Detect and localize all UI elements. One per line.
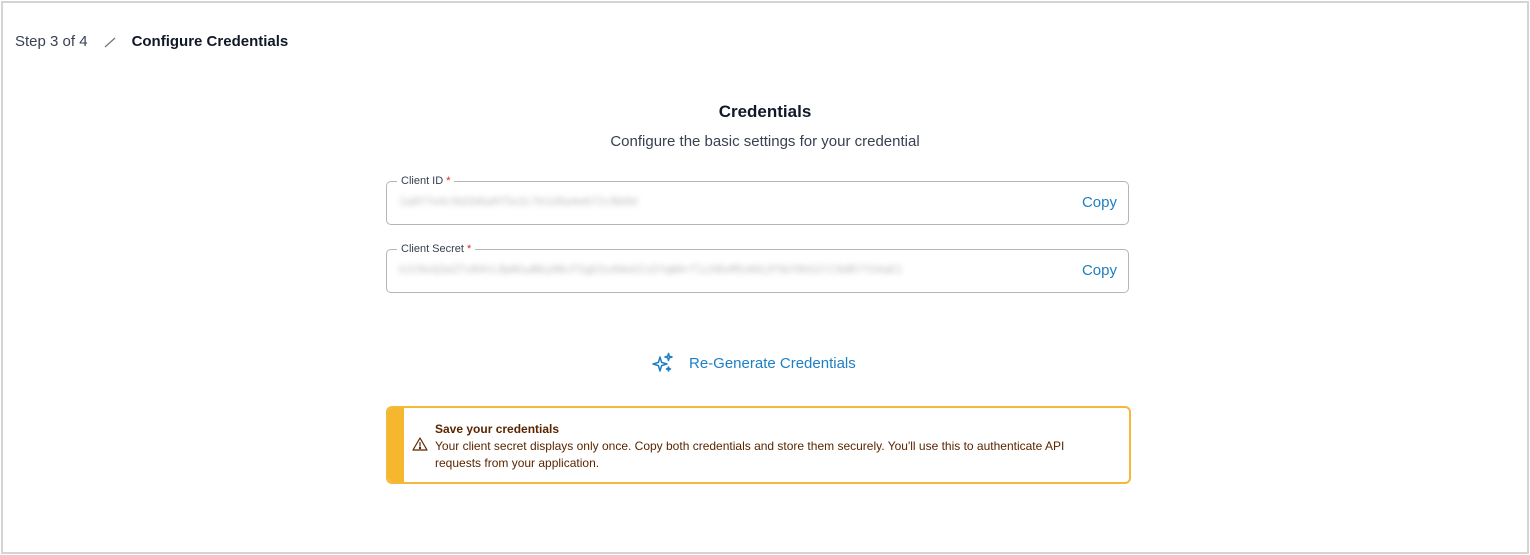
warning-triangle-icon: [412, 436, 428, 452]
page-subtitle: Configure the basic settings for your cr…: [610, 133, 920, 150]
breadcrumb-step: Step 3 of 4: [15, 33, 88, 50]
breadcrumb: Step 3 of 4 Configure Credentials: [15, 33, 288, 50]
client-secret-label: Client Secret *: [397, 242, 476, 256]
client-id-label-text: Client ID: [401, 175, 444, 187]
client-secret-label-text: Client Secret: [401, 243, 464, 255]
copy-client-secret-button[interactable]: Copy: [1082, 262, 1117, 280]
required-mark: *: [466, 243, 472, 255]
alert-message: Your client secret displays only once. C…: [435, 439, 1065, 470]
client-id-field[interactable]: Client ID * 1a8f7e4c9d2b6a0f5e3c7b1d9a4e6…: [386, 174, 1129, 225]
breadcrumb-current: Configure Credentials: [131, 33, 289, 50]
regenerate-credentials-button[interactable]: Re-Generate Credentials: [652, 352, 856, 374]
client-secret-value[interactable]: k3J9xQ2mZ7vR4tL8pN1wB6yH0cF5gD3sA9eU2iO7…: [399, 262, 954, 278]
slash-separator-icon: [102, 34, 118, 50]
copy-client-id-button[interactable]: Copy: [1082, 194, 1117, 212]
page-frame: Step 3 of 4 Configure Credentials Creden…: [1, 1, 1529, 554]
client-id-label: Client ID *: [397, 174, 455, 188]
regenerate-label: Re-Generate Credentials: [689, 354, 856, 372]
client-secret-field[interactable]: Client Secret * k3J9xQ2mZ7vR4tL8pN1wB6yH0…: [386, 242, 1129, 293]
client-id-value[interactable]: 1a8f7e4c9d2b6a0f5e3c7b1d9a4e6f2c8b0d: [399, 194, 639, 210]
save-credentials-alert: Save your credentials Your client secret…: [386, 406, 1131, 484]
alert-accent-bar: [388, 408, 404, 482]
sparkles-icon: [652, 352, 674, 374]
alert-title: Save your credentials: [435, 422, 560, 436]
required-mark: *: [446, 175, 451, 187]
page-title: Credentials: [718, 102, 812, 121]
